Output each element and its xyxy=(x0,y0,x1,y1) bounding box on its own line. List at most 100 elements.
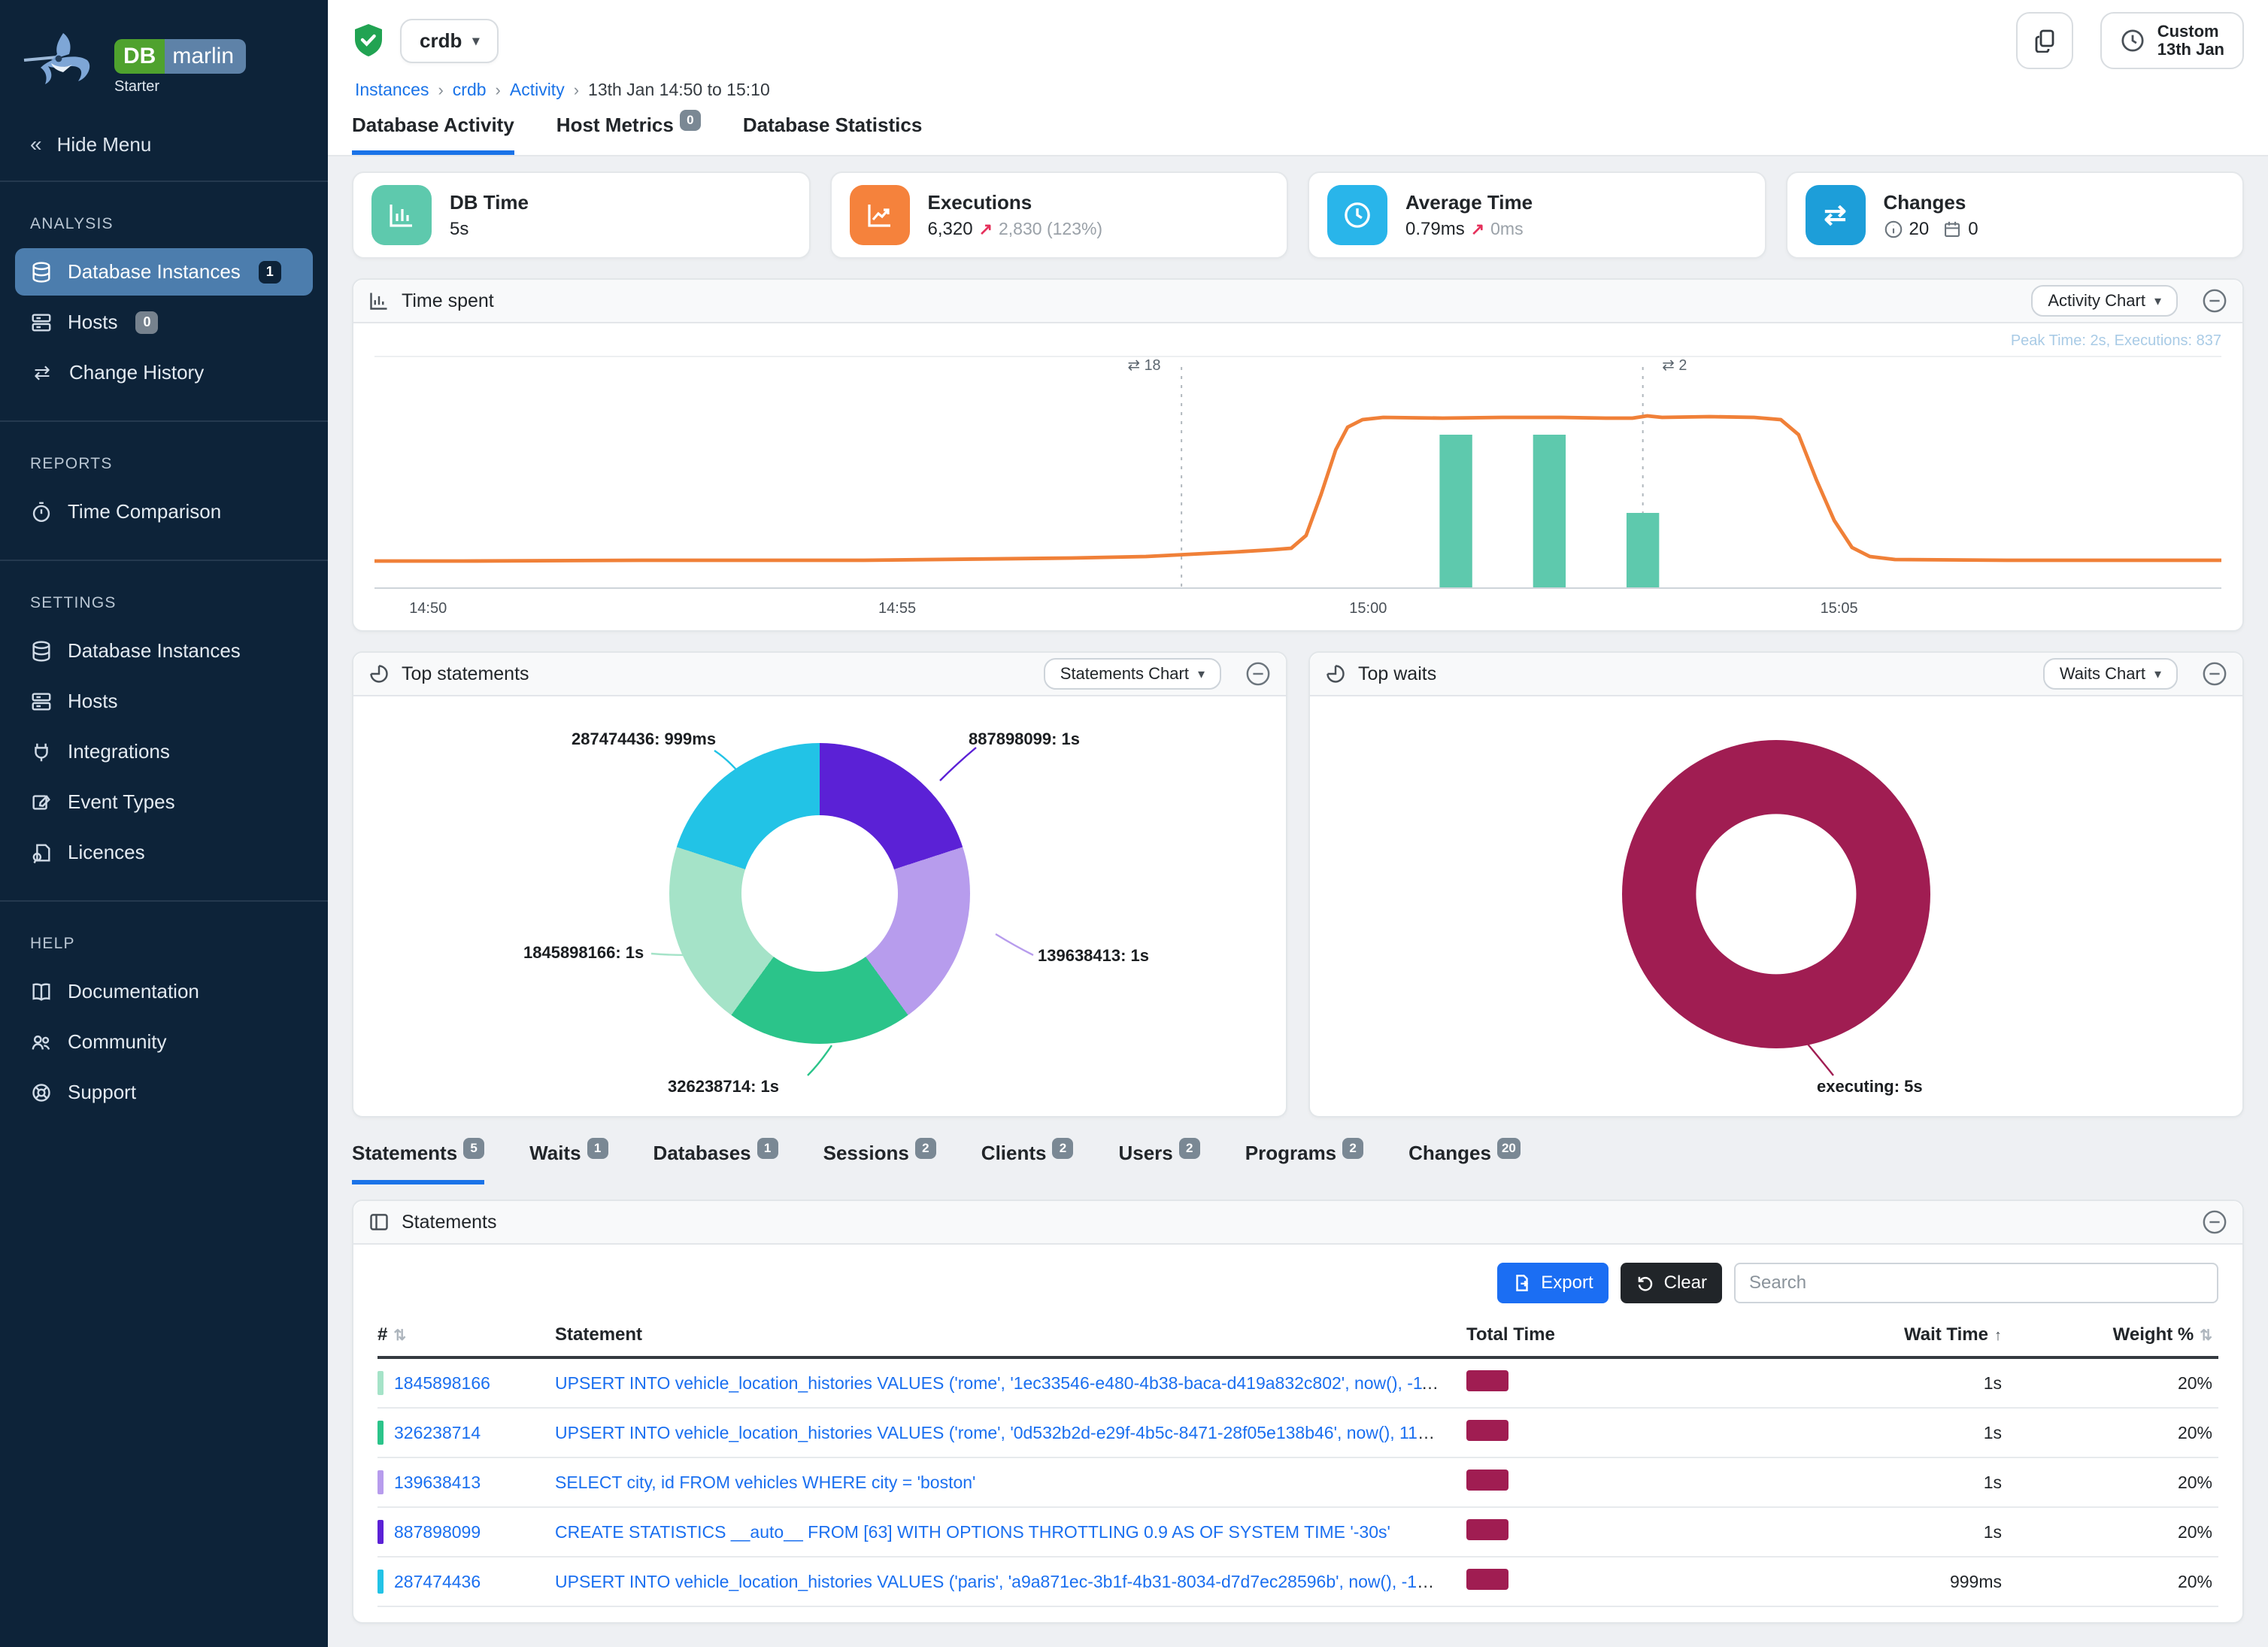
clear-button[interactable]: Clear xyxy=(1621,1263,1722,1303)
waits-donut-chart[interactable]: executing: 5s xyxy=(1310,696,2242,1116)
statements-donut-chart[interactable]: 287474436: 999ms 887898099: 1s 184589816… xyxy=(353,696,1286,1116)
card-title: Average Time xyxy=(1405,191,1533,214)
count-badge: 5 xyxy=(463,1138,484,1159)
panel-title: Statements xyxy=(402,1212,496,1233)
statement-link[interactable]: UPSERT INTO vehicle_location_histories V… xyxy=(555,1572,1466,1591)
copy-button[interactable] xyxy=(2016,12,2073,69)
life-ring-icon xyxy=(30,1081,53,1104)
collapse-icon[interactable] xyxy=(1245,661,1271,687)
wait-time: 1s xyxy=(1692,1522,2008,1542)
server-icon xyxy=(30,690,53,713)
search-input[interactable] xyxy=(1734,1263,2218,1303)
count-badge: 2 xyxy=(915,1138,936,1159)
total-time-bar xyxy=(1466,1470,1508,1491)
sidebar-item-community[interactable]: Community xyxy=(15,1018,313,1066)
sidebar-item-support[interactable]: Support xyxy=(15,1069,313,1116)
statement-id-link[interactable]: 287474436 xyxy=(394,1572,481,1592)
tab-database-activity[interactable]: Database Activity xyxy=(352,114,514,155)
time-range-button[interactable]: Custom 13th Jan xyxy=(2100,12,2244,69)
collapse-icon[interactable] xyxy=(2202,288,2227,314)
plug-icon xyxy=(30,741,53,763)
statement-link[interactable]: SELECT city, id FROM vehicles WHERE city… xyxy=(555,1473,975,1492)
hide-menu-button[interactable]: « Hide Menu xyxy=(0,111,328,182)
book-icon xyxy=(30,981,53,1003)
breadcrumb-crdb[interactable]: crdb xyxy=(453,80,487,100)
tab-programs[interactable]: Programs2 xyxy=(1245,1142,1363,1184)
sidebar-section-settings: SETTINGS Database Instances Hosts Integr… xyxy=(0,561,328,902)
sidebar-item-licences[interactable]: Licences xyxy=(15,829,313,876)
collapse-icon[interactable] xyxy=(2202,1209,2227,1235)
card-executions: Executions 6,320 ↗ 2,830 (123%) xyxy=(830,171,1289,259)
activity-chart-selector[interactable]: Activity Chart ▾ xyxy=(2031,285,2178,317)
collapse-icon[interactable] xyxy=(2202,661,2227,687)
count-badge: 0 xyxy=(680,110,701,131)
tab-changes[interactable]: Changes20 xyxy=(1408,1142,1521,1184)
sidebar-item-event-types[interactable]: Event Types xyxy=(15,778,313,826)
breadcrumb-separator: › xyxy=(496,80,501,100)
brand-logo: DB marlin Starter xyxy=(0,0,328,111)
db-time-line xyxy=(374,416,2221,561)
executions-bar xyxy=(1439,435,1472,588)
sidebar-item-documentation[interactable]: Documentation xyxy=(15,968,313,1015)
x-tick: 15:05 xyxy=(1821,600,1858,617)
tab-users[interactable]: Users2 xyxy=(1118,1142,1199,1184)
sidebar-item-settings-hosts[interactable]: Hosts xyxy=(15,678,313,725)
panel-title: Top waits xyxy=(1358,663,1436,685)
export-button[interactable]: Export xyxy=(1497,1263,1608,1303)
count-badge: 1 xyxy=(259,261,281,284)
statement-link[interactable]: UPSERT INTO vehicle_location_histories V… xyxy=(555,1373,1466,1393)
bar-chart-icon xyxy=(371,185,432,245)
server-icon xyxy=(30,311,53,334)
statement-id-link[interactable]: 1845898166 xyxy=(394,1373,490,1394)
sidebar-item-hosts[interactable]: Hosts 0 xyxy=(15,299,313,346)
sidebar-section-help: HELP Documentation Community Support xyxy=(0,902,328,1140)
waits-chart-selector[interactable]: Waits Chart ▾ xyxy=(2043,658,2178,690)
peak-annotation: Peak Time: 2s, Executions: 837 xyxy=(374,329,2221,352)
table-row: 139638413 SELECT city, id FROM vehicles … xyxy=(377,1458,2218,1508)
x-tick: 15:00 xyxy=(1349,600,1387,617)
top-waits-panel: Top waits Waits Chart ▾ executing: 5s xyxy=(1308,651,2244,1118)
sidebar-item-database-instances[interactable]: Database Instances 1 xyxy=(15,248,313,296)
statement-color-chip xyxy=(377,1570,384,1594)
count-badge: 0 xyxy=(135,311,158,334)
sort-asc-icon[interactable]: ↑ xyxy=(1994,1327,2002,1344)
instance-selector[interactable]: crdb ▾ xyxy=(400,19,499,63)
sidebar-item-settings-database-instances[interactable]: Database Instances xyxy=(15,627,313,675)
tab-databases[interactable]: Databases1 xyxy=(653,1142,778,1184)
section-title-reports: REPORTS xyxy=(15,437,313,488)
count-badge: 2 xyxy=(1052,1138,1073,1159)
card-db-time: DB Time 5s xyxy=(352,171,811,259)
tab-database-statistics[interactable]: Database Statistics xyxy=(743,114,922,155)
statement-id-link[interactable]: 326238714 xyxy=(394,1423,481,1443)
section-title-help: HELP xyxy=(15,917,313,968)
statements-chart-selector[interactable]: Statements Chart ▾ xyxy=(1044,658,1221,690)
tab-waits[interactable]: Waits1 xyxy=(529,1142,608,1184)
brand-name-badge: marlin xyxy=(165,39,246,74)
tab-statements[interactable]: Statements5 xyxy=(352,1142,484,1184)
table-row: 287474436 UPSERT INTO vehicle_location_h… xyxy=(377,1558,2218,1607)
wait-time: 1s xyxy=(1692,1423,2008,1443)
breadcrumb-activity[interactable]: Activity xyxy=(510,80,565,100)
sidebar-item-integrations[interactable]: Integrations xyxy=(15,728,313,775)
sidebar-section-analysis: ANALYSIS Database Instances 1 Hosts 0 ⇄ … xyxy=(0,182,328,422)
sort-icon[interactable]: ⇅ xyxy=(2200,1327,2212,1344)
wait-time: 999ms xyxy=(1692,1572,2008,1592)
clock-icon xyxy=(2120,28,2145,53)
activity-chart[interactable]: ⇄ 18 ⇄ 2 xyxy=(374,352,2221,597)
statement-id-link[interactable]: 887898099 xyxy=(394,1522,481,1542)
sidebar-item-change-history[interactable]: ⇄ Change History xyxy=(15,349,313,396)
statement-id-link[interactable]: 139638413 xyxy=(394,1473,481,1493)
sort-icon[interactable]: ⇅ xyxy=(393,1327,406,1344)
tab-sessions[interactable]: Sessions2 xyxy=(823,1142,936,1184)
breadcrumb-instances[interactable]: Instances xyxy=(355,80,429,100)
wait-time: 1s xyxy=(1692,1473,2008,1493)
event-types-icon xyxy=(30,791,53,814)
statements-table: #⇅ Statement Total Time Wait Time↑ Weigh… xyxy=(377,1324,2218,1607)
main-area: crdb ▾ Custom 13th Jan Instances › crdb … xyxy=(328,0,2268,1647)
tab-clients[interactable]: Clients2 xyxy=(981,1142,1074,1184)
tab-host-metrics[interactable]: Host Metrics0 xyxy=(556,114,701,155)
info-circle-icon xyxy=(1884,220,1903,239)
statement-link[interactable]: UPSERT INTO vehicle_location_histories V… xyxy=(555,1423,1466,1442)
statement-link[interactable]: CREATE STATISTICS __auto__ FROM [63] WIT… xyxy=(555,1522,1390,1542)
sidebar-item-time-comparison[interactable]: Time Comparison xyxy=(15,488,313,535)
